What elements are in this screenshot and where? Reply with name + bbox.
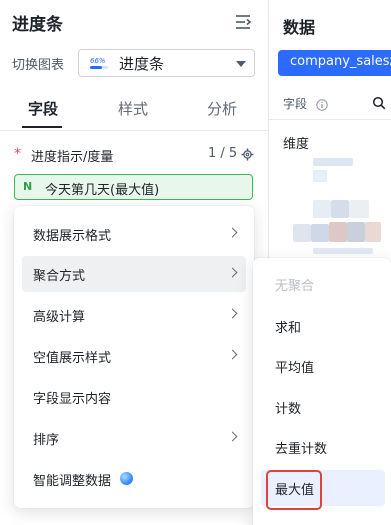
panel-title: 进度条 <box>12 15 63 35</box>
agg-option-label: 去重计数 <box>275 442 328 457</box>
tabs-divider <box>0 130 268 131</box>
blurred-field <box>347 222 365 242</box>
menu-item-null-display[interactable]: 空值展示样式 <box>22 338 246 374</box>
switch-chart-label: 切换图表 <box>12 58 65 73</box>
config-tabs: 字段 样式 分析 <box>0 94 268 130</box>
progress-chart-icon: 66% <box>89 56 109 72</box>
blurred-field <box>293 224 311 242</box>
measure-field-label: 今天第几天(最大值) <box>45 183 160 198</box>
chevron-right-icon <box>227 349 238 360</box>
chevron-right-icon <box>227 267 238 278</box>
data-panel-divider <box>269 119 391 120</box>
agg-option-none: 无聚合 <box>261 266 385 302</box>
blurred-field <box>365 222 381 242</box>
dataset-selector[interactable]: company_salesz <box>278 50 391 76</box>
info-icon[interactable] <box>316 96 328 111</box>
agg-option-label: 计数 <box>275 402 302 417</box>
active-tab-indicator <box>22 126 62 128</box>
chevron-down-icon <box>236 61 246 67</box>
blurred-field <box>313 158 353 166</box>
collapse-panel-icon[interactable] <box>235 14 253 30</box>
menu-item-label: 字段显示内容 <box>33 392 112 407</box>
fields-label: 字段 <box>283 97 308 111</box>
app-root: 进度条 切换图表 66% 进度条 字段 样式 分析 * 进度指示/度量 1 / … <box>0 0 391 525</box>
chevron-right-icon <box>227 308 238 319</box>
tab-style[interactable]: 样式 <box>118 98 148 119</box>
tab-analysis[interactable]: 分析 <box>207 98 237 119</box>
chart-type-select[interactable]: 66% 进度条 <box>78 49 255 77</box>
blurred-field <box>349 200 369 218</box>
menu-item-label: 聚合方式 <box>33 269 86 284</box>
number-field-icon: N <box>23 180 33 193</box>
menu-item-smart-adjust[interactable]: 智能调整数据 <box>22 461 246 497</box>
blurred-field <box>313 170 327 182</box>
gear-icon[interactable] <box>241 146 254 161</box>
agg-option-label: 求和 <box>275 321 302 336</box>
menu-item-label: 排序 <box>33 433 60 448</box>
agg-option-distinct-count[interactable]: 去重计数 <box>261 429 385 465</box>
agg-option-count[interactable]: 计数 <box>261 389 385 425</box>
menu-item-label: 智能调整数据 <box>33 474 112 489</box>
chevron-right-icon <box>227 431 238 442</box>
svg-text:66%: 66% <box>90 57 106 65</box>
agg-option-average[interactable]: 平均值 <box>261 348 385 384</box>
agg-option-label: 平均值 <box>275 361 315 376</box>
menu-item-label: 高级计算 <box>33 310 86 325</box>
menu-item-data-format[interactable]: 数据展示格式 <box>22 216 246 252</box>
blurred-field <box>331 200 349 218</box>
required-marker: * <box>14 146 21 162</box>
measure-field-chip[interactable]: N 今天第几天(最大值) <box>14 174 253 200</box>
blurred-field <box>329 222 347 242</box>
field-section-title: 进度指示/度量 <box>31 150 114 165</box>
field-count: 1 / 5 <box>208 146 238 161</box>
chevron-right-icon <box>227 227 238 238</box>
dimension-section-label: 维度 <box>283 137 310 152</box>
menu-item-label: 空值展示样式 <box>33 351 112 366</box>
aggregation-submenu: 无聚合 求和 平均值 计数 去重计数 最大值 <box>253 258 391 525</box>
agg-option-max[interactable]: 最大值 <box>261 470 385 506</box>
agg-option-label: 无聚合 <box>275 279 315 294</box>
tab-fields[interactable]: 字段 <box>28 98 58 119</box>
chart-type-value: 进度条 <box>119 55 165 73</box>
blurred-field <box>313 200 331 218</box>
dataset-name: company_salesz <box>290 54 391 69</box>
menu-item-label: 数据展示格式 <box>33 229 112 244</box>
menu-item-aggregation[interactable]: 聚合方式 <box>22 256 246 292</box>
menu-item-advanced-calc[interactable]: 高级计算 <box>22 297 246 333</box>
blurred-field <box>313 248 373 254</box>
search-icon[interactable] <box>372 95 386 110</box>
agg-option-sum[interactable]: 求和 <box>261 308 385 344</box>
field-context-menu: 数据展示格式 聚合方式 高级计算 空值展示样式 字段显示内容 排序 智能调整数据 <box>14 206 254 508</box>
blurred-field <box>311 224 329 242</box>
menu-item-field-display[interactable]: 字段显示内容 <box>22 379 246 415</box>
menu-item-sort[interactable]: 排序 <box>22 420 246 456</box>
ai-sparkle-icon <box>120 472 133 485</box>
data-panel-title: 数据 <box>283 18 316 37</box>
agg-option-label: 最大值 <box>275 483 315 498</box>
